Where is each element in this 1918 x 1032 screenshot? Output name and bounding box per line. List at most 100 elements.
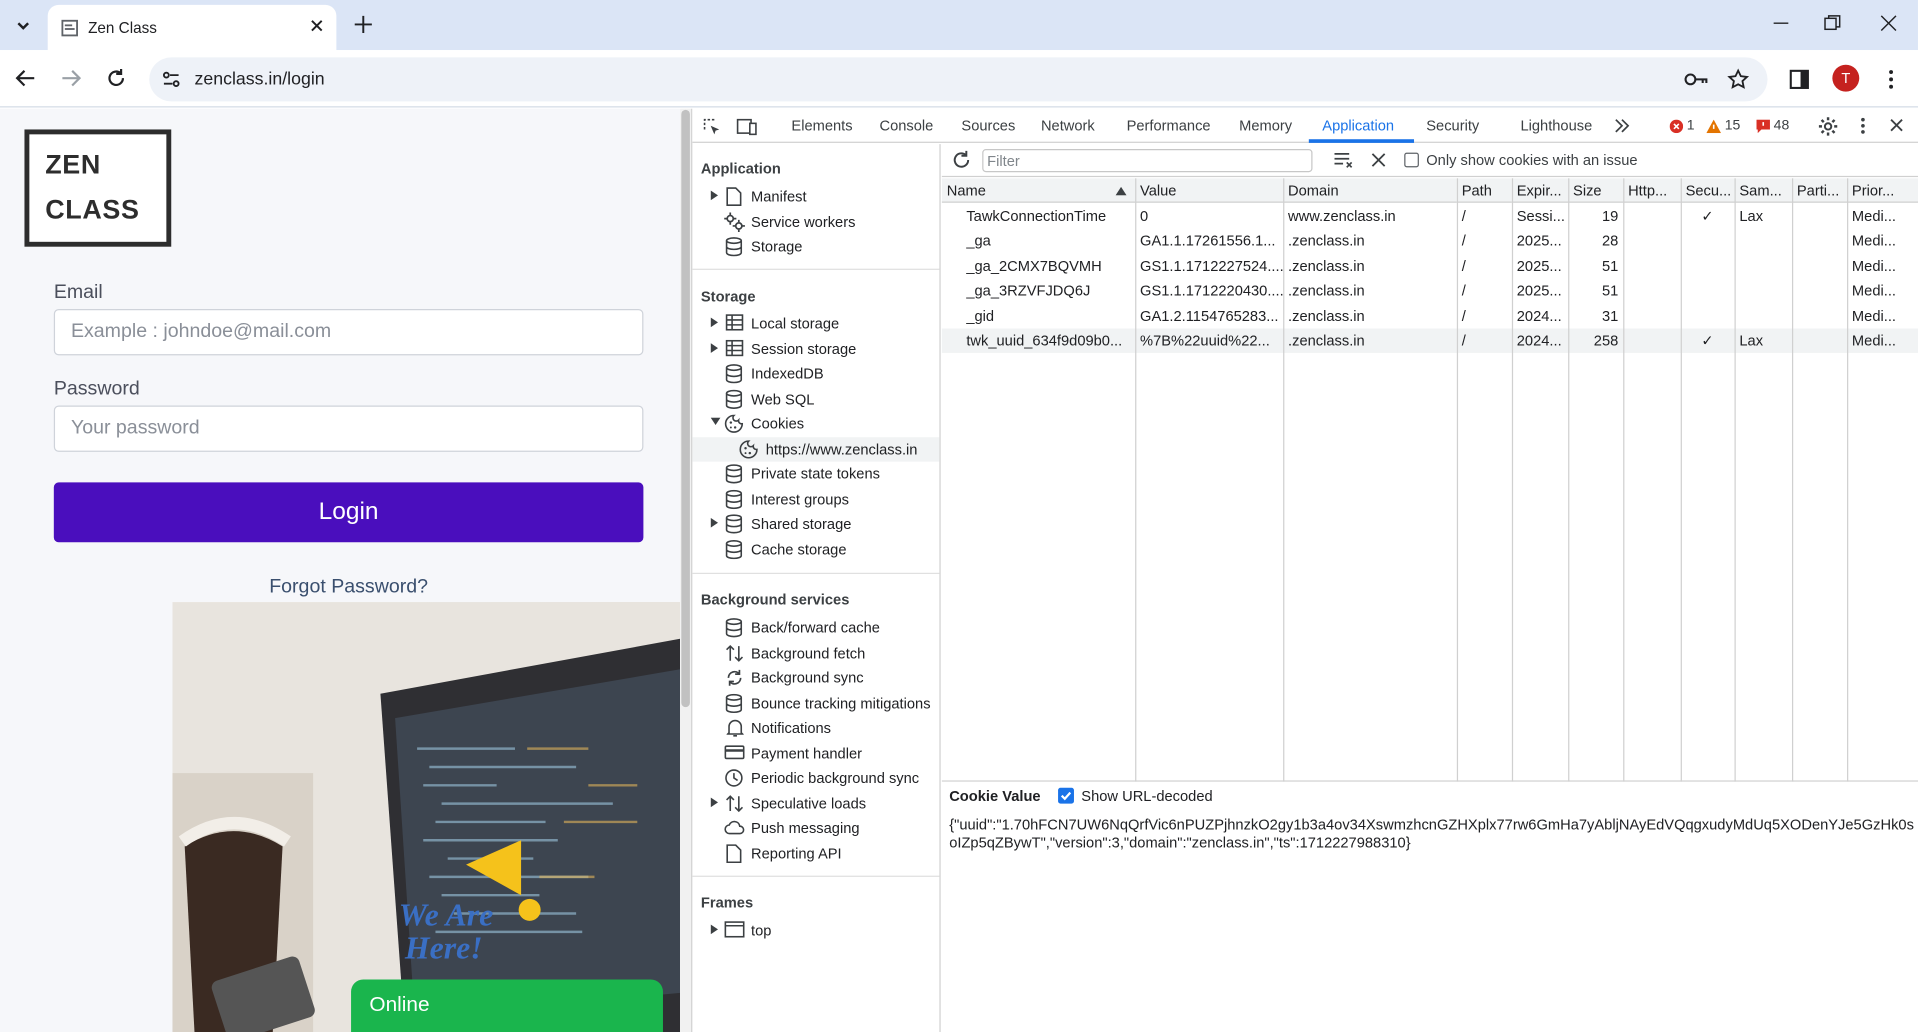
sidebar-item-speculative-loads[interactable]: Speculative loads	[692, 791, 939, 815]
sidebar-item-cookies-zenclass[interactable]: https://www.zenclass.in	[692, 437, 940, 462]
settings-gear-icon[interactable]	[1818, 116, 1839, 137]
password-input[interactable]	[53, 405, 644, 452]
cookie-filter-input[interactable]	[982, 148, 1313, 173]
sidebar-item-back-forward-cache[interactable]: Back/forward cache	[692, 616, 939, 640]
more-tabs-icon[interactable]	[1613, 118, 1630, 133]
page-scrollbar[interactable]	[680, 108, 692, 1032]
column-divider[interactable]	[1680, 178, 1682, 782]
email-input[interactable]	[53, 308, 644, 356]
close-window-icon[interactable]	[1879, 13, 1899, 33]
refresh-icon[interactable]	[952, 150, 972, 170]
sidebar-item-cookies[interactable]: Cookies	[692, 412, 939, 436]
column-divider[interactable]	[1568, 178, 1570, 782]
device-toolbar-icon[interactable]	[736, 117, 758, 137]
column-divider[interactable]	[1456, 178, 1459, 782]
tab-application[interactable]: Application	[1322, 117, 1394, 134]
sidebar-item-web-sql[interactable]: Web SQL	[692, 387, 939, 411]
sidebar-item-session-storage[interactable]: Session storage	[692, 337, 939, 361]
column-header-httponly[interactable]: Http...	[1623, 178, 1681, 203]
sidebar-item-push-messaging[interactable]: Push messaging	[692, 816, 939, 840]
sidebar-item-storage[interactable]: Storage	[692, 234, 939, 258]
table-row[interactable]: TawkConnectionTime 0 www.zenclass.in / S…	[942, 204, 1918, 228]
sidebar-item-service-workers[interactable]: Service workers	[692, 210, 939, 234]
sidebar-item-reporting-api[interactable]: Reporting API	[692, 841, 939, 865]
tab-elements[interactable]: Elements	[791, 117, 852, 134]
back-icon[interactable]	[15, 67, 37, 89]
tab-lighthouse[interactable]: Lighthouse	[1520, 117, 1592, 134]
sidebar-item-frame-top[interactable]: top	[692, 918, 939, 942]
sidebar-item-background-fetch[interactable]: Background fetch	[692, 641, 939, 665]
delete-selected-icon[interactable]	[1371, 153, 1386, 168]
table-row[interactable]: _gid GA1.2.1154765283... .zenclass.in / …	[942, 304, 1918, 328]
sidebar-item-payment-handler[interactable]: Payment handler	[692, 741, 939, 765]
tab-console[interactable]: Console	[879, 117, 933, 134]
only-issues-checkbox[interactable]	[1404, 152, 1419, 168]
warnings-badge[interactable]: 15	[1706, 118, 1740, 133]
site-info-icon[interactable]	[161, 70, 181, 90]
column-header-value[interactable]: Value	[1135, 178, 1284, 203]
column-divider[interactable]	[1623, 178, 1625, 782]
tab-performance[interactable]: Performance	[1127, 117, 1211, 134]
sidebar-item-private-state-tokens[interactable]: Private state tokens	[692, 462, 939, 486]
column-divider[interactable]	[1847, 178, 1849, 782]
column-header-path[interactable]: Path	[1456, 178, 1512, 203]
sidebar-item-notifications[interactable]: Notifications	[692, 716, 939, 740]
tab-memory[interactable]: Memory	[1239, 117, 1292, 134]
sidebar-item-background-sync[interactable]: Background sync	[692, 666, 939, 690]
devtools-menu-icon[interactable]	[1859, 116, 1866, 136]
clear-filtered-cookies-icon[interactable]	[1333, 151, 1354, 168]
issues-badge[interactable]: 48	[1756, 118, 1789, 133]
sidebar-item-shared-storage[interactable]: Shared storage	[692, 512, 939, 536]
column-divider[interactable]	[1135, 178, 1137, 782]
table-row[interactable]: _ga_2CMX7BQVMH GS1.1.1712227524.... .zen…	[942, 254, 1918, 278]
column-header-partition[interactable]: Parti...	[1791, 178, 1848, 203]
errors-badge[interactable]: 1	[1669, 118, 1695, 133]
browser-menu-icon[interactable]	[1887, 68, 1894, 90]
password-key-icon[interactable]	[1684, 70, 1708, 90]
column-divider[interactable]	[1511, 178, 1514, 782]
new-tab-icon[interactable]	[352, 13, 374, 35]
sidebar-item-local-storage[interactable]: Local storage	[692, 311, 939, 335]
bookmark-star-icon[interactable]	[1727, 68, 1750, 90]
side-panel-icon[interactable]	[1788, 68, 1810, 90]
close-tab-icon[interactable]	[309, 18, 324, 33]
inspect-element-icon[interactable]	[702, 117, 722, 137]
column-header-secure[interactable]: Secu...	[1680, 178, 1735, 203]
tab-search-button[interactable]	[7, 10, 39, 42]
address-bar[interactable]: zenclass.in/login	[149, 57, 1768, 102]
close-devtools-icon[interactable]	[1889, 117, 1905, 133]
column-header-samesite[interactable]: Sam...	[1734, 178, 1792, 203]
sidebar-item-periodic-sync[interactable]: Periodic background sync	[692, 766, 939, 790]
cookie-value-text[interactable]: {"uuid":"1.70hFCN7UW6NqQrfVic6nPUZPjhnzk…	[949, 816, 1915, 853]
forward-icon[interactable]	[60, 67, 82, 89]
column-header-priority[interactable]: Prior...	[1847, 178, 1918, 203]
online-chat-widget[interactable]: Online	[351, 979, 663, 1032]
profile-avatar[interactable]: T	[1832, 64, 1860, 92]
column-header-domain[interactable]: Domain	[1283, 178, 1457, 203]
show-url-decoded-checkbox[interactable]	[1058, 787, 1074, 804]
column-divider[interactable]	[1283, 178, 1285, 782]
login-button[interactable]: Login	[53, 482, 644, 543]
table-row[interactable]: _ga_3RZVFJDQ6J GS1.1.1712220430.... .zen…	[942, 278, 1918, 302]
sidebar-item-interest-groups[interactable]: Interest groups	[692, 487, 939, 511]
reload-icon[interactable]	[105, 67, 127, 89]
tab-network[interactable]: Network	[1041, 117, 1095, 134]
sidebar-item-bounce-tracking[interactable]: Bounce tracking mitigations	[692, 691, 939, 715]
table-row[interactable]: _ga GA1.1.17261556.1... .zenclass.in / 2…	[942, 228, 1918, 252]
tab-security[interactable]: Security	[1426, 117, 1479, 134]
browser-tab[interactable]: Zen Class	[47, 4, 337, 51]
tab-sources[interactable]: Sources	[961, 117, 1015, 134]
column-header-expires[interactable]: Expir...	[1511, 178, 1569, 203]
sidebar-item-manifest[interactable]: Manifest	[692, 184, 939, 208]
sidebar-item-cache-storage[interactable]: Cache storage	[692, 537, 939, 561]
column-header-size[interactable]: Size	[1568, 178, 1624, 203]
table-row-selected[interactable]: twk_uuid_634f9d09b0... %7B%22uuid%22... …	[941, 328, 1918, 353]
column-header-name[interactable]: Name	[941, 178, 1136, 203]
column-divider[interactable]	[1734, 178, 1736, 782]
column-divider[interactable]	[1791, 178, 1794, 782]
sidebar-item-indexeddb[interactable]: IndexedDB	[692, 362, 939, 386]
minimize-icon[interactable]	[1771, 13, 1791, 33]
forgot-password-link[interactable]: Forgot Password?	[0, 576, 680, 598]
restore-icon[interactable]	[1823, 13, 1843, 33]
page-scrollbar-thumb[interactable]	[681, 109, 690, 708]
